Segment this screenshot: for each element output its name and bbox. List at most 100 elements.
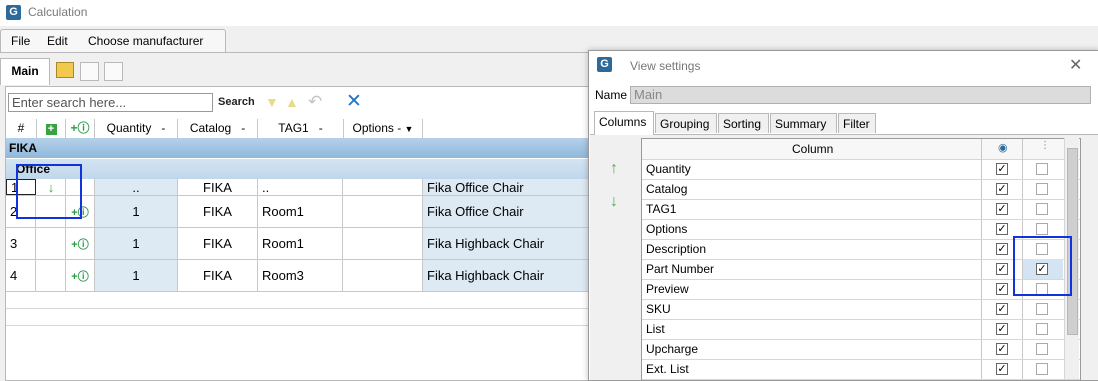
dialog-logo-icon: G [597,57,612,72]
tab-main[interactable]: Main [0,58,50,85]
column-name: List [646,322,665,336]
row-options[interactable] [344,228,423,259]
table-row[interactable]: 2 +ⓘ 1 FIKA Room1 Fika Office Chair [6,196,591,228]
table-row[interactable]: 3 +ⓘ 1 FIKA Room1 Fika Highback Chair [6,228,591,260]
row-options[interactable] [344,196,423,227]
export-checkbox[interactable] [1036,203,1048,215]
tab-summary[interactable]: Summary [770,113,837,133]
export-checkbox[interactable] [1036,303,1048,315]
search-input[interactable]: Enter search here... [8,93,213,112]
move-up-icon[interactable]: ↑ [610,160,618,178]
export-checkbox[interactable] [1036,363,1048,375]
new-document-icon[interactable] [80,62,99,81]
export-checkbox[interactable] [1036,163,1048,175]
header-options[interactable]: Options - ▼ [344,119,423,138]
column-row[interactable]: Ext. List ✓ [642,359,1080,380]
column-row[interactable]: Quantity ✓ [642,159,1080,180]
warning-icon[interactable]: ▲ [285,94,299,110]
table-row[interactable]: 4 +ⓘ 1 FIKA Room3 Fika Highback Chair [6,260,591,292]
row-description[interactable]: Fika Office Chair [423,179,591,195]
row-catalog[interactable]: FIKA [178,179,258,195]
column-row[interactable]: SKU ✓ [642,299,1080,320]
row-catalog[interactable]: FIKA [178,196,258,227]
visible-checkbox[interactable]: ✓ [996,183,1008,195]
visible-checkbox[interactable]: ✓ [996,323,1008,335]
header-number[interactable]: # [6,119,37,138]
visible-checkbox[interactable]: ✓ [996,223,1008,235]
visible-checkbox[interactable]: ✓ [996,303,1008,315]
row-add-cell[interactable] [37,260,66,291]
group-row-fika[interactable]: FIKA [6,138,591,158]
header-tag1[interactable]: TAG1 - [258,119,344,138]
export-checkbox[interactable] [1036,223,1048,235]
visible-checkbox[interactable]: ✓ [996,163,1008,175]
title-bar: G Calculation [0,0,1098,26]
column-row[interactable]: Catalog ✓ [642,179,1080,200]
menu-bar: File Edit Choose manufacturer [0,29,226,52]
visible-checkbox[interactable]: ✓ [996,363,1008,375]
menu-choose-manufacturer[interactable]: Choose manufacturer [88,34,203,48]
row-tag1[interactable]: Room1 [258,228,343,259]
menu-edit[interactable]: Edit [47,34,68,48]
app-logo-icon: G [6,5,21,20]
undo-icon[interactable]: ↶ [308,92,322,112]
menu-file[interactable]: File [11,34,30,48]
table-row[interactable]: 1 ↓ .. FIKA .. Fika Office Chair [6,179,591,196]
row-tag1[interactable]: Room3 [258,260,343,291]
column-row[interactable]: Upcharge ✓ [642,339,1080,360]
column-row[interactable]: TAG1 ✓ [642,199,1080,220]
export-checkbox[interactable] [1036,343,1048,355]
visible-checkbox[interactable]: ✓ [996,203,1008,215]
name-label: Name [595,88,628,102]
row-catalog[interactable]: FIKA [178,228,258,259]
row-add-info-icon[interactable]: +ⓘ [66,228,95,259]
filter-icon[interactable]: ▼ [265,94,279,110]
export-checkbox[interactable] [1036,323,1048,335]
tab-grouping[interactable]: Grouping [655,113,717,133]
header-catalog[interactable]: Catalog - [178,119,258,138]
highlight-box [16,164,82,219]
column-header: Column [792,142,834,156]
folder-icon[interactable] [56,62,74,78]
name-field[interactable]: Main [630,86,1091,104]
row-catalog[interactable]: FIKA [178,260,258,291]
column-name: SKU [646,302,671,316]
dropdown-arrow-icon: ▼ [404,124,414,134]
row-description[interactable]: Fika Highback Chair [423,260,591,291]
copy-document-icon[interactable] [104,62,123,81]
row-tag1[interactable]: .. [258,179,343,195]
row-quantity[interactable]: .. [95,179,178,195]
close-icon[interactable]: ✕ [1069,55,1082,75]
export-checkbox[interactable] [1036,183,1048,195]
group-row-office[interactable]: Office [6,159,591,179]
tab-filter[interactable]: Filter [838,113,876,133]
clear-icon[interactable]: ✕ [346,90,362,113]
window-title: Calculation [28,5,88,19]
row-add-cell[interactable] [37,228,66,259]
move-down-icon[interactable]: ↓ [610,193,618,211]
tab-sorting[interactable]: Sorting [718,113,769,133]
visible-checkbox[interactable]: ✓ [996,263,1008,275]
eye-icon: ◉ [998,142,1008,154]
row-quantity[interactable]: 1 [95,196,178,227]
column-name: Options [646,222,688,236]
row-tag1[interactable]: Room1 [258,196,343,227]
visible-checkbox[interactable]: ✓ [996,243,1008,255]
visible-checkbox[interactable]: ✓ [996,283,1008,295]
row-add-info-icon[interactable]: +ⓘ [66,260,95,291]
visible-checkbox[interactable]: ✓ [996,343,1008,355]
row-options[interactable] [344,260,423,291]
row-options[interactable] [344,179,423,195]
row-description[interactable]: Fika Highback Chair [423,228,591,259]
row-description[interactable]: Fika Office Chair [423,196,591,227]
row-quantity[interactable]: 1 [95,228,178,259]
column-row[interactable]: List ✓ [642,319,1080,340]
row-number: 3 [6,228,36,259]
tab-columns[interactable]: Columns [594,111,654,135]
header-add[interactable]: + [37,119,66,138]
header-quantity[interactable]: Quantity - [95,119,178,138]
row-quantity[interactable]: 1 [95,260,178,291]
column-name: Ext. List [646,362,689,376]
header-options-label: Options [352,121,394,135]
header-info[interactable]: +ⓘ [66,119,95,138]
